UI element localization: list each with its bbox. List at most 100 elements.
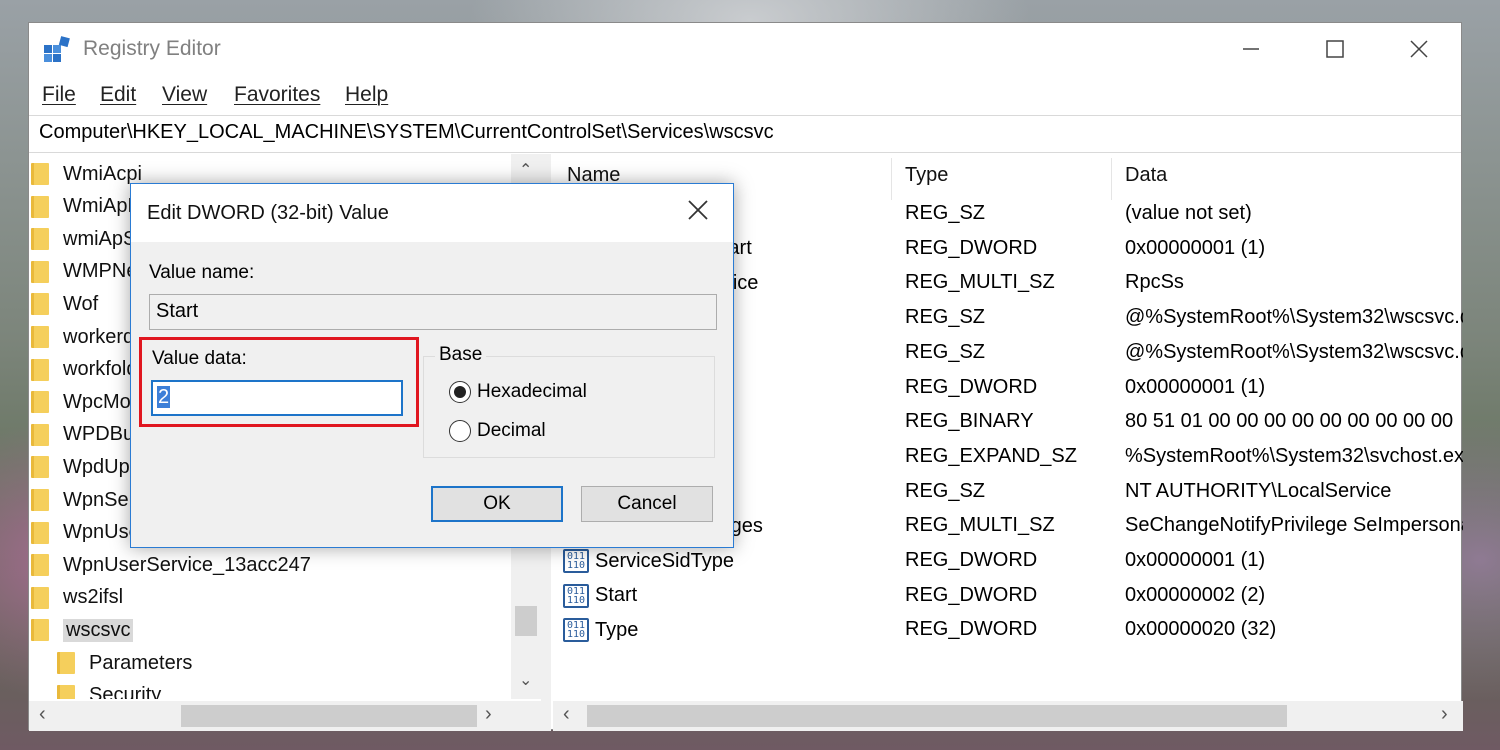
edit-dword-dialog: Edit DWORD (32-bit) Value Value name: St… [130,183,734,548]
close-button[interactable] [1387,31,1451,67]
value-data: 0x00000001 (1) [1125,549,1266,571]
value-type: REG_MULTI_SZ [905,271,1055,294]
cancel-button[interactable]: Cancel [581,486,713,522]
value-name-cell: 011 110 ServiceSidType [563,549,734,573]
value-name-cell: 011 110 Type [563,618,638,643]
value-type: REG_SZ [905,479,986,502]
radio-unselected-icon[interactable] [449,420,471,442]
minimize-button[interactable] [1219,31,1283,67]
decimal-radio[interactable]: Decimal [449,420,546,442]
menu-file[interactable]: File [42,83,76,107]
radio-selected-icon[interactable] [449,381,471,403]
value-data-input[interactable]: 2 [151,380,403,416]
value-name: ServiceSidType [595,549,734,572]
tree-item[interactable]: workerdd [31,321,145,353]
column-header-type[interactable]: Type [905,164,948,187]
tree-item[interactable]: Wof [31,288,98,320]
scroll-down-icon[interactable]: ⌄ [519,670,532,690]
tree-item-label: ws2ifsl [63,586,124,609]
folder-icon [31,586,49,609]
value-data: RpcSs [1125,271,1184,294]
folder-icon [57,684,75,699]
value-data: 0x00000001 (1) [1125,375,1266,398]
folder-icon [31,456,49,479]
scroll-up-icon[interactable]: ⌃ [519,160,532,180]
value-data-highlight: Value data: 2 [139,337,419,427]
tree-horizontal-scrollbar[interactable]: ‹ › [29,701,541,731]
binary-value-icon: 011110 [563,618,589,643]
title-bar[interactable]: Registry Editor [29,23,1461,75]
minimize-icon [1243,48,1259,50]
tree-item[interactable]: WmiAcpi [31,158,142,190]
value-type: REG_SZ [905,202,986,224]
value-type: REG_DWORD [905,236,1038,259]
value-type: REG_BINARY [905,410,1034,433]
menu-help[interactable]: Help [345,83,388,107]
tree-item[interactable]: wscsvc [31,614,134,646]
value-data: 0x00000020 (32) [1125,618,1277,641]
value-row[interactable]: 011 110 Start REG_DWORD 0x00000002 (2) [553,580,1463,614]
value-data: SeChangeNotifyPrivilege SeImpersonatePri… [1125,514,1463,537]
tree-hscroll-thumb[interactable] [181,705,477,727]
value-data: (value not set) [1125,202,1252,224]
value-type: REG_SZ [905,340,986,363]
menu-favorites[interactable]: Favorites [234,83,320,107]
column-divider[interactable] [891,158,892,200]
folder-icon [31,163,49,185]
value-type: REG_MULTI_SZ [905,514,1055,537]
value-data: @%SystemRoot%\System32\wscsvc.dll [1125,340,1463,363]
folder-icon [31,293,49,316]
value-name-cell: 011 110 Start [563,583,637,608]
list-horizontal-scrollbar[interactable]: ‹ › [553,701,1463,731]
folder-icon [57,652,75,674]
tree-item[interactable]: ws2ifsl [31,582,123,614]
tree-item[interactable]: Security [57,680,161,699]
maximize-button[interactable] [1303,31,1367,67]
decimal-label: Decimal [477,420,546,441]
menu-edit[interactable]: Edit [100,83,136,107]
base-label: Base [435,344,487,366]
value-row[interactable]: 011 110 Type REG_DWORD 0x00000020 (32) [553,614,1463,648]
value-data: @%SystemRoot%\System32\wscsvc.dll [1125,306,1463,329]
tree-scroll-thumb[interactable] [515,606,537,636]
tree-item-label: WpnUserService_13acc247 [63,553,311,576]
tree-item-label: Security [89,684,162,699]
close-icon [688,200,708,220]
scroll-left-icon[interactable]: ‹ [563,703,570,726]
folder-icon [31,423,49,446]
value-type: REG_DWORD [905,583,1038,606]
folder-icon [31,358,49,381]
scroll-right-icon[interactable]: › [1441,703,1448,726]
column-header-data[interactable]: Data [1125,164,1167,187]
hexadecimal-radio[interactable]: Hexadecimal [449,381,587,403]
tree-item-label: Wof [63,292,99,315]
value-data: %SystemRoot%\System32\svchost.exe [1125,444,1463,467]
address-bar[interactable]: Computer\HKEY_LOCAL_MACHINE\SYSTEM\Curre… [29,115,1461,153]
value-type: REG_EXPAND_SZ [905,444,1077,467]
value-type: REG_DWORD [905,375,1038,398]
scroll-left-icon[interactable]: ‹ [39,703,46,726]
tree-item[interactable]: WpnUserService_13acc247 [31,549,311,581]
value-data-text: 2 [157,386,171,408]
column-divider[interactable] [1111,158,1112,200]
scroll-right-icon[interactable]: › [485,703,492,726]
value-row[interactable]: 011 110 ServiceSidType REG_DWORD 0x00000001 … [553,545,1463,579]
dialog-close-button[interactable] [687,198,709,226]
folder-icon [31,195,49,218]
list-hscroll-thumb[interactable] [587,705,1287,727]
folder-icon [31,228,49,251]
value-data: 80 51 01 00 00 00 00 00 00 00 00 00 [1125,410,1454,433]
tree-item[interactable]: Parameters [57,647,192,679]
maximize-icon [1326,40,1344,58]
dialog-title-bar[interactable]: Edit DWORD (32-bit) Value [131,184,733,242]
dialog-title: Edit DWORD (32-bit) Value [147,202,389,224]
folder-icon [31,554,49,577]
folder-icon [31,521,49,544]
value-data: 0x00000001 (1) [1125,236,1266,259]
value-type: REG_DWORD [905,549,1038,571]
value-type: REG_DWORD [905,618,1038,641]
value-type: REG_SZ [905,306,986,329]
ok-button[interactable]: OK [431,486,563,522]
tree-item-label: wscsvc [63,618,134,642]
menu-view[interactable]: View [162,83,207,107]
